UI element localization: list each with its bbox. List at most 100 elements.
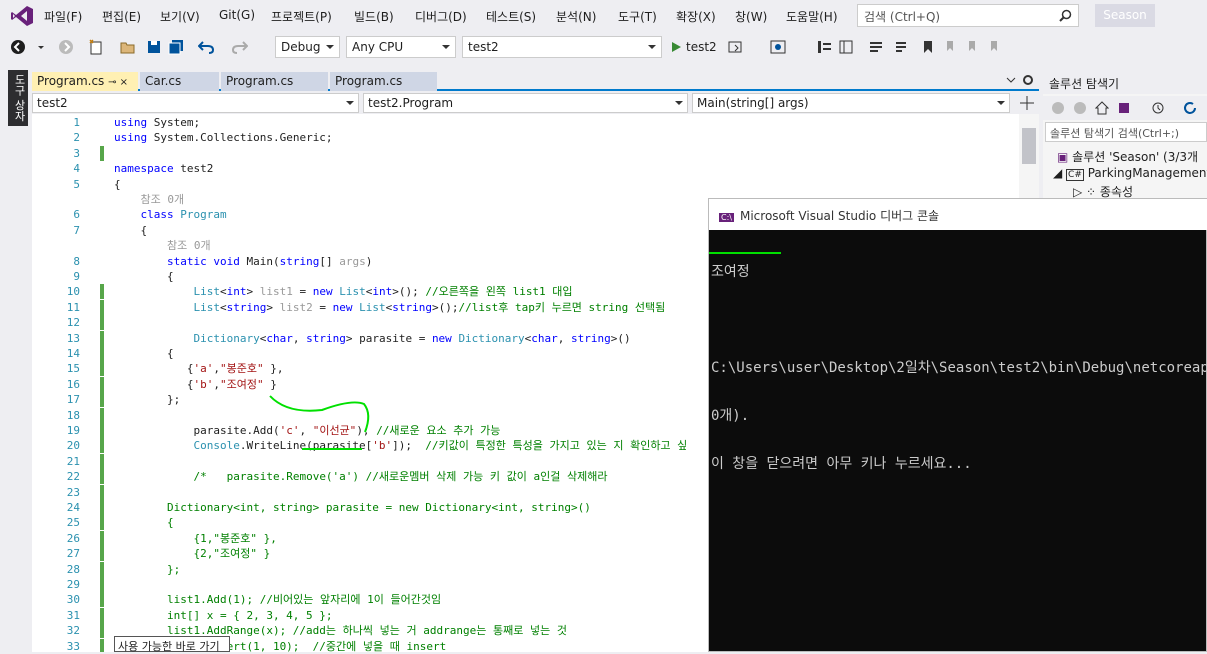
redo-icon[interactable] [232, 39, 248, 55]
console-line: 0개). [711, 408, 750, 424]
line-number: 28 [66, 562, 80, 576]
build-icon[interactable] [727, 39, 743, 55]
change-marker [100, 515, 104, 531]
tree-solution[interactable]: ▣ 솔루션 'Season' (3/3개 [1057, 148, 1198, 165]
new-project-icon[interactable] [88, 39, 104, 55]
code-token: static void [166, 254, 240, 268]
console-output: 조여정 C:\Users\user\Desktop\2일차\Season\tes… [709, 230, 1207, 653]
toolbox-tab[interactable]: 도구 상자 [8, 70, 28, 126]
browser-icon[interactable] [770, 39, 786, 55]
code-token: list2 [279, 300, 313, 314]
code-token: /* parasite.Remove('a') //새로운멤버 삭제 가능 키 … [193, 470, 608, 484]
code-token: char [266, 331, 293, 345]
menu-item[interactable]: 편집(E) [102, 8, 141, 25]
back-icon[interactable] [10, 39, 26, 55]
code-line[interactable]: 1 using System; [32, 115, 1019, 130]
debug-console-window[interactable]: C:\ Microsoft Visual Studio 디버그 콘솔 조여정 C:… [708, 198, 1207, 652]
code-token: , [213, 377, 220, 391]
member-dropdown[interactable]: Main(string[] args) [692, 93, 1010, 113]
menu-item[interactable]: 파일(F) [44, 8, 82, 25]
code-line[interactable]: 5{ [32, 177, 1019, 192]
explorer-search-input[interactable]: 솔루션 탐색기 검색(Ctrl+;) [1045, 122, 1207, 142]
document-tabs: Program.cs ⊸ × Car.cs Program.cs Program… [32, 70, 1039, 91]
breakpoint-list-icon[interactable] [816, 39, 832, 55]
tree-project[interactable]: ◢ C# ParkingManagement [1053, 166, 1207, 181]
search-box[interactable]: 검색 (Ctrl+Q) [857, 4, 1079, 27]
menu-item[interactable]: 분석(N) [556, 8, 596, 25]
switch-views-icon[interactable] [1117, 101, 1131, 115]
save-icon[interactable] [146, 39, 162, 55]
dropdown-icon[interactable] [36, 39, 46, 55]
code-token: Console [193, 439, 240, 453]
code-token: 'b' [193, 377, 214, 391]
comment-icon[interactable] [868, 39, 884, 55]
undo-icon[interactable] [198, 39, 214, 55]
code-token: args [339, 254, 366, 268]
history-icon[interactable] [1151, 101, 1165, 115]
forward-icon[interactable] [58, 39, 74, 55]
code-text: Console.WriteLine(parasite['b']); //키값이 … [114, 438, 687, 453]
home-icon[interactable] [1095, 101, 1109, 115]
tab-program-cs-2[interactable]: Program.cs [221, 72, 328, 91]
code-token: string [392, 300, 432, 314]
tab-car-cs[interactable]: Car.cs [140, 72, 219, 91]
start-debug-button[interactable]: test2 [670, 38, 717, 56]
prev-bookmark-icon[interactable] [942, 39, 958, 55]
uncomment-icon[interactable] [892, 39, 908, 55]
settings-icon[interactable] [1022, 74, 1034, 86]
project-dropdown[interactable]: test2 [32, 93, 359, 113]
code-token: { [114, 223, 148, 237]
code-token: class [140, 208, 174, 222]
refresh-icon[interactable] [1183, 101, 1197, 115]
open-folder-icon[interactable] [120, 39, 136, 55]
code-token: new [431, 331, 452, 345]
next-bookmark-icon[interactable] [964, 39, 980, 55]
line-number: 20 [66, 439, 80, 453]
menu-item[interactable]: 빌드(B) [354, 8, 394, 25]
menu-item[interactable]: 디버그(D) [415, 8, 467, 25]
tab-overflow-icon[interactable] [1006, 75, 1016, 85]
solution-icon: ▣ [1057, 150, 1073, 164]
code-token: //오른쪽을 왼쪽 list1 대입 [425, 285, 573, 299]
tab-program-cs-active[interactable]: Program.cs ⊸ × [32, 72, 138, 91]
menu-item[interactable]: 보기(V) [160, 8, 200, 25]
split-editor-icon[interactable] [1020, 96, 1034, 110]
code-text: { [114, 346, 174, 361]
line-number: 3 [73, 146, 80, 160]
startup-project-select[interactable]: test2 [462, 36, 662, 58]
bookmark-icon[interactable] [920, 39, 936, 55]
menu-item[interactable]: 창(W) [735, 8, 767, 25]
toggle-view-icon[interactable] [838, 39, 854, 55]
menu-item[interactable]: 도구(T) [618, 8, 657, 25]
code-token: using [114, 116, 148, 129]
clear-bookmarks-icon[interactable] [986, 39, 1002, 55]
configuration-select[interactable]: Debug [275, 36, 340, 58]
change-marker [100, 330, 104, 346]
menu-item[interactable]: Git(G) [219, 8, 255, 22]
code-line[interactable]: 4 namespace test2 [32, 161, 1019, 176]
class-dropdown[interactable]: test2.Program [363, 93, 688, 113]
scrollbar-thumb[interactable] [1022, 128, 1036, 164]
line-number: 24 [66, 501, 80, 514]
tab-pin-close-icon[interactable]: ⊸ × [108, 77, 128, 88]
tab-program-cs-3[interactable]: Program.cs [330, 72, 437, 91]
code-line[interactable]: 3 [32, 145, 1019, 161]
code-token: ]); [392, 439, 426, 453]
menu-item[interactable]: 테스트(S) [486, 8, 536, 25]
code-text: using System; [114, 115, 200, 130]
code-token: , [292, 331, 307, 345]
platform-select[interactable]: Any CPU [346, 36, 456, 58]
code-token: 'c' [279, 424, 300, 437]
menu-item[interactable]: 확장(X) [676, 8, 716, 25]
code-line[interactable]: 2 using System.Collections.Generic; [32, 130, 1019, 145]
solution-name-badge[interactable]: Season [1095, 4, 1155, 27]
save-all-icon[interactable] [168, 39, 184, 55]
forward-icon[interactable] [1073, 101, 1087, 115]
back-icon[interactable] [1051, 101, 1065, 115]
menu-item[interactable]: 프로젝트(P) [271, 8, 332, 25]
line-number: 33 [66, 639, 80, 652]
menu-item[interactable]: 도움말(H) [786, 8, 838, 25]
